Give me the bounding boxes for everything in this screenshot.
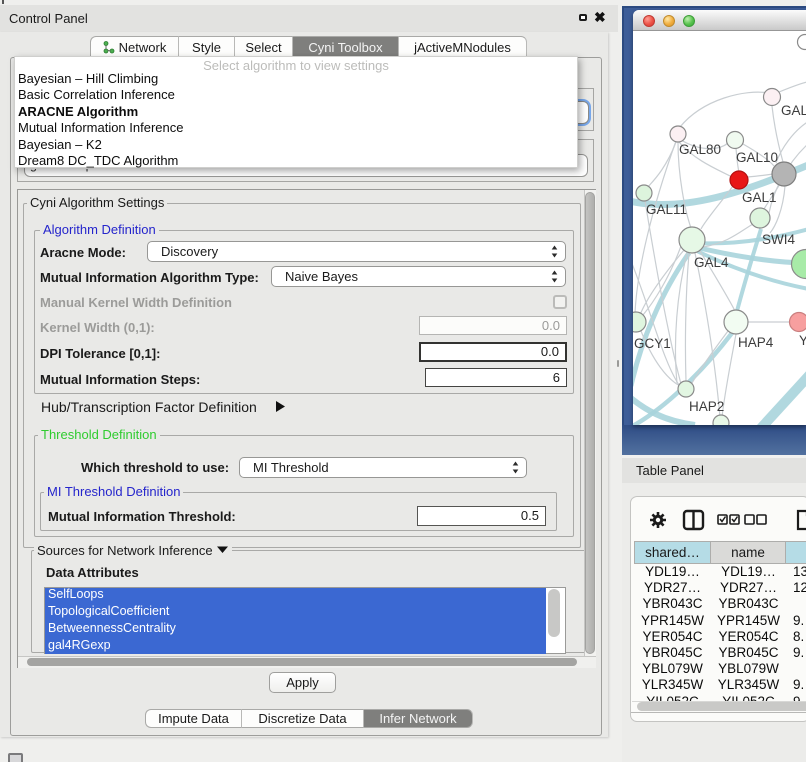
svg-text:GAL4: GAL4 <box>694 255 729 270</box>
svg-text:SWI4: SWI4 <box>762 232 795 247</box>
svg-text:HAP2: HAP2 <box>689 399 724 414</box>
svg-text:GCY1: GCY1 <box>634 336 671 351</box>
svg-text:Y: Y <box>799 333 806 348</box>
svg-text:GAL10: GAL10 <box>736 150 778 165</box>
svg-text:GAL80: GAL80 <box>679 142 721 157</box>
svg-text:GAL1: GAL1 <box>742 190 777 205</box>
svg-text:GAL7: GAL7 <box>781 103 806 118</box>
svg-text:GAL11: GAL11 <box>646 202 687 217</box>
svg-text:HAP4: HAP4 <box>738 335 774 350</box>
